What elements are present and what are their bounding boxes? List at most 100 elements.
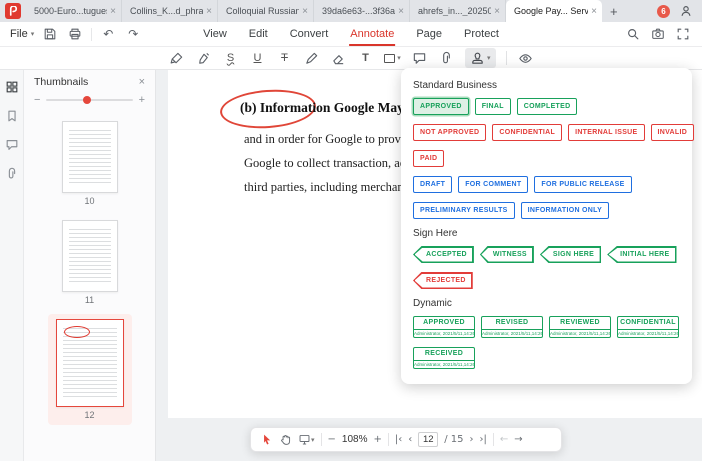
- stamp-reviewed[interactable]: REVIEWEDAdministrator, 2021/5/11,14:26:2…: [549, 316, 611, 338]
- tab-close-icon[interactable]: ×: [591, 6, 597, 17]
- thumbnails-title: Thumbnails: [34, 76, 88, 88]
- stamp-for-public-release[interactable]: FOR PUBLIC RELEASE: [534, 176, 631, 193]
- thumbnail-page-11[interactable]: 11: [54, 215, 126, 310]
- zoom-in-button[interactable]: +: [373, 435, 381, 445]
- previous-view-button[interactable]: ←: [500, 435, 508, 445]
- stamp-invalid[interactable]: INVALID: [651, 124, 695, 141]
- stamp-accepted[interactable]: ACCEPTED: [413, 246, 474, 263]
- thumbnail-page-12[interactable]: 12: [48, 314, 132, 425]
- strikethrough-tool-icon[interactable]: T: [276, 48, 293, 68]
- squiggly-underline-tool-icon[interactable]: S: [222, 48, 239, 68]
- menu-protect[interactable]: Protect: [453, 22, 510, 46]
- stamp-not-approved[interactable]: NOT APPROVED: [413, 124, 486, 141]
- document-tab-google-pay-service-[interactable]: Google Pay... Service *×: [506, 0, 602, 22]
- fullscreen-icon[interactable]: [674, 25, 692, 43]
- shape-tool-icon[interactable]: ▾: [384, 48, 401, 68]
- stamp-confidential[interactable]: CONFIDENTIAL: [492, 124, 562, 141]
- divider: [506, 51, 507, 65]
- sidebar-comments-icon[interactable]: [3, 136, 21, 154]
- next-view-button[interactable]: →: [514, 435, 522, 445]
- pen-tool-icon[interactable]: [195, 48, 212, 68]
- previous-page-button[interactable]: ‹: [408, 435, 412, 445]
- eraser-tool-icon[interactable]: [330, 48, 347, 68]
- stamp-revised[interactable]: REVISEDAdministrator, 2021/5/11,14:26:28: [481, 316, 543, 338]
- attachment-tool-icon[interactable]: [438, 48, 455, 68]
- thumbnail-page-10[interactable]: 10: [54, 116, 126, 211]
- save-button[interactable]: [41, 25, 59, 43]
- stamp-received[interactable]: RECEIVEDAdministrator, 2021/5/11,14:26:2…: [413, 347, 475, 369]
- search-icon[interactable]: [624, 25, 642, 43]
- menu-view[interactable]: View: [192, 22, 238, 46]
- sticky-note-tool-icon[interactable]: [411, 48, 428, 68]
- document-tab-39da6e63-3f36aa7ad[interactable]: 39da6e63-...3f36aa7ad×: [314, 0, 410, 22]
- stamp-approved[interactable]: APPROVED: [413, 98, 469, 115]
- stamp-approved[interactable]: APPROVEDAdministrator, 2021/5/11,14:26:2…: [413, 316, 475, 338]
- annotation-toolbar: S U T T ▾ ▾: [0, 47, 702, 70]
- close-icon[interactable]: ×: [139, 76, 145, 88]
- stamp-final[interactable]: FINAL: [475, 98, 511, 115]
- thumbnail-smaller-button[interactable]: −: [34, 94, 40, 106]
- stamp-confidential[interactable]: CONFIDENTIALAdministrator, 2021/5/11,14:…: [617, 316, 679, 338]
- hand-tool-button[interactable]: [279, 433, 292, 446]
- redo-button[interactable]: ↷: [124, 25, 142, 43]
- next-page-button[interactable]: ›: [470, 435, 474, 445]
- last-page-button[interactable]: ›|: [480, 435, 487, 445]
- page-number-input[interactable]: [418, 432, 438, 447]
- stamp-preliminary-results[interactable]: PRELIMINARY RESULTS: [413, 202, 515, 219]
- zoom-level[interactable]: 108%: [342, 434, 368, 445]
- stamp-sign-here[interactable]: SIGN HERE: [540, 246, 601, 263]
- menu-convert[interactable]: Convert: [279, 22, 340, 46]
- stamp-paid[interactable]: PAID: [413, 150, 444, 167]
- select-tool-button[interactable]: [260, 433, 273, 446]
- eye-icon[interactable]: [517, 48, 534, 68]
- menu-page[interactable]: Page: [405, 22, 453, 46]
- menu-edit[interactable]: Edit: [238, 22, 279, 46]
- tab-close-icon[interactable]: ×: [494, 6, 500, 17]
- stamp-completed[interactable]: COMPLETED: [517, 98, 578, 115]
- pencil-tool-icon[interactable]: [303, 48, 320, 68]
- document-tab-colloquial-russian-2[interactable]: Colloquial Russian 2×: [218, 0, 314, 22]
- page-thumbnail[interactable]: [56, 319, 124, 407]
- app-logo: [5, 3, 21, 19]
- presentation-mode-button[interactable]: ▾: [298, 433, 315, 446]
- notification-badge[interactable]: 6: [657, 5, 670, 18]
- stamp-rejected[interactable]: REJECTED: [413, 272, 473, 289]
- thumbnail-size-slider[interactable]: [46, 99, 132, 101]
- undo-button[interactable]: ↶: [99, 25, 117, 43]
- stamp-initial-here[interactable]: INITIAL HERE: [607, 246, 676, 263]
- document-tab-ahrefs-in-20250825[interactable]: ahrefs_in..._20250825×: [410, 0, 506, 22]
- thumbnail-larger-button[interactable]: +: [139, 94, 145, 106]
- document-tab-collins-k-d-phrases[interactable]: Collins_K...d_phrases×: [122, 0, 218, 22]
- zoom-out-button[interactable]: −: [328, 435, 336, 445]
- underline-tool-icon[interactable]: U: [249, 48, 266, 68]
- tab-close-icon[interactable]: ×: [110, 6, 116, 17]
- print-button[interactable]: [66, 25, 84, 43]
- sidebar-attachments-icon[interactable]: [3, 165, 21, 183]
- tab-close-icon[interactable]: ×: [302, 6, 308, 17]
- chevron-down-icon: ▾: [487, 54, 491, 62]
- sidebar-thumbnails-icon[interactable]: [3, 78, 21, 96]
- stamp-witness[interactable]: WITNESS: [480, 246, 534, 263]
- stamp-information-only[interactable]: INFORMATION ONLY: [521, 202, 609, 219]
- tab-close-icon[interactable]: ×: [398, 6, 404, 17]
- stamp-internal-issue[interactable]: INTERNAL ISSUE: [568, 124, 644, 141]
- sidebar-bookmarks-icon[interactable]: [3, 107, 21, 125]
- page-thumbnail[interactable]: [62, 220, 118, 292]
- stamp-meta: Administrator, 2021/5/11,14:26:28: [550, 329, 610, 337]
- highlight-tool-icon[interactable]: [168, 48, 185, 68]
- first-page-button[interactable]: |‹: [395, 435, 402, 445]
- slider-handle[interactable]: [83, 96, 91, 104]
- snapshot-camera-icon[interactable]: [649, 25, 667, 43]
- stamp-draft[interactable]: DRAFT: [413, 176, 452, 193]
- stamp-tool-icon[interactable]: ▾: [465, 48, 496, 68]
- text-comment-tool-icon[interactable]: T: [357, 48, 374, 68]
- stamp-row: APPROVEDAdministrator, 2021/5/11,14:26:2…: [413, 316, 680, 338]
- user-avatar-icon[interactable]: [679, 4, 693, 18]
- add-tab-button[interactable]: +: [602, 4, 626, 19]
- file-menu[interactable]: File ▾: [10, 28, 34, 40]
- page-thumbnail[interactable]: [62, 121, 118, 193]
- tab-close-icon[interactable]: ×: [206, 6, 212, 17]
- document-tab-5000-euro-tuguese-[interactable]: 5000-Euro...tuguese *×: [26, 0, 122, 22]
- menu-annotate[interactable]: Annotate: [339, 22, 405, 46]
- stamp-for-comment[interactable]: FOR COMMENT: [458, 176, 528, 193]
